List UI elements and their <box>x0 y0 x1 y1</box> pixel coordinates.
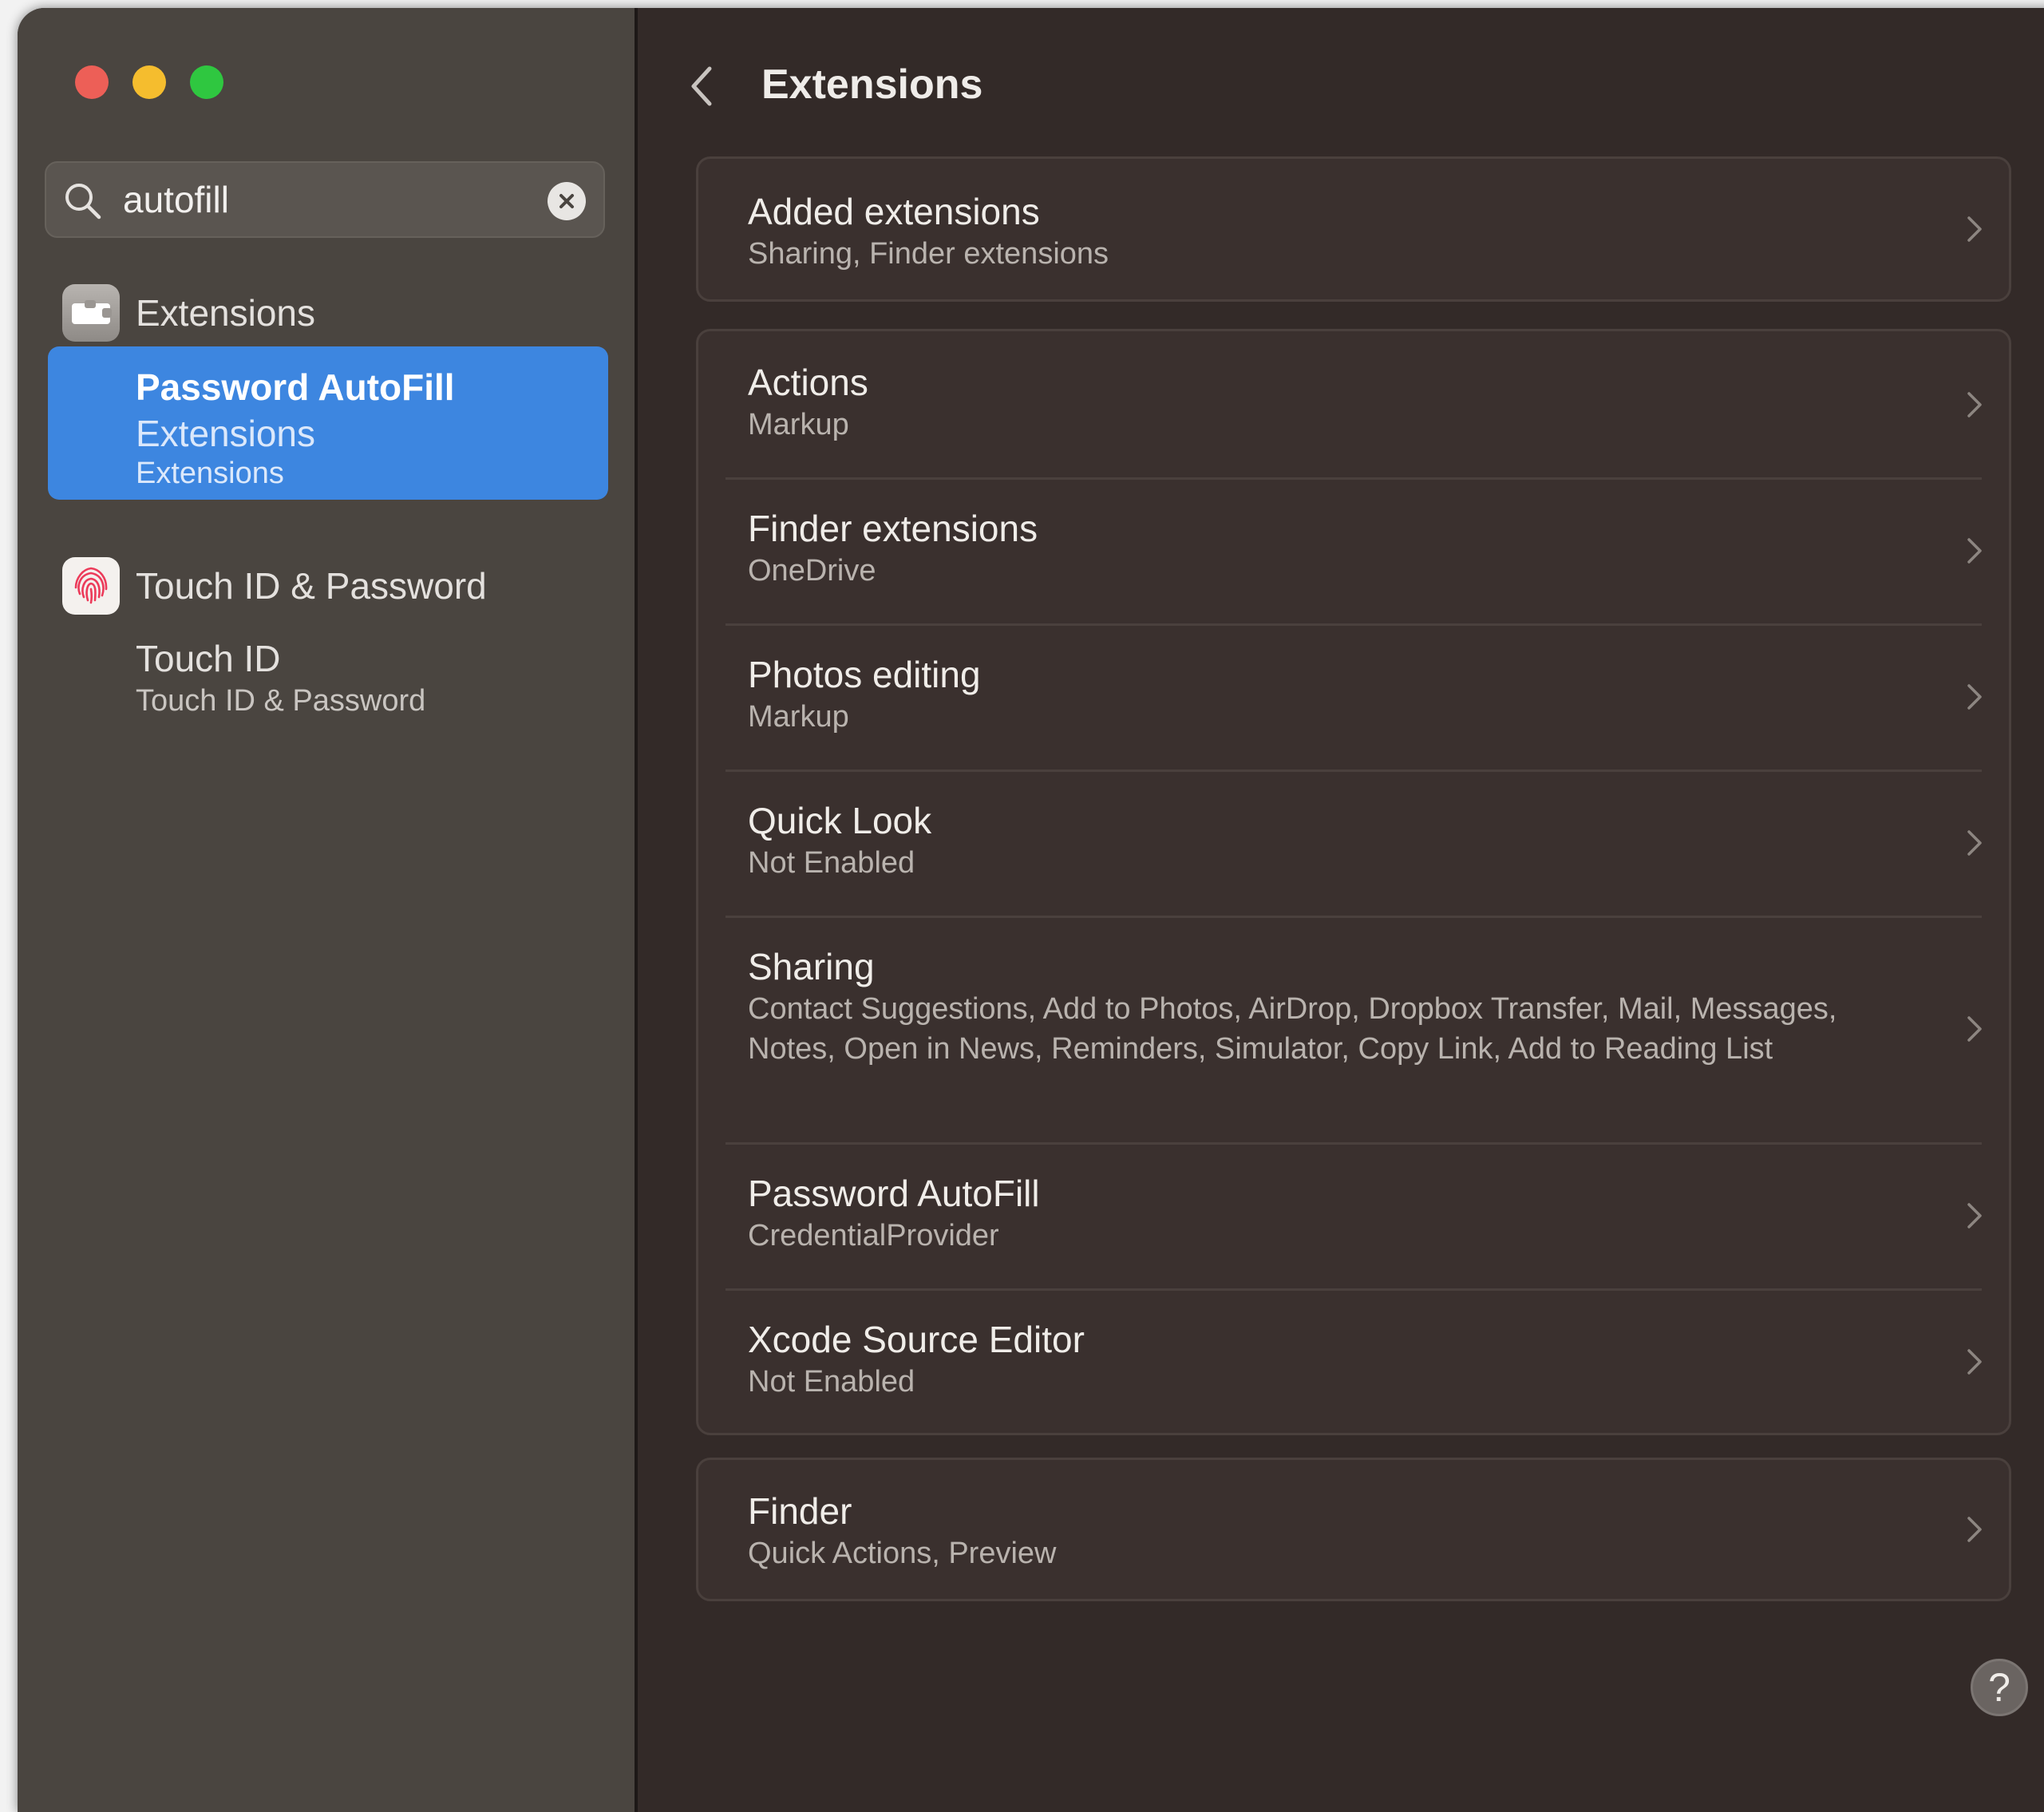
row-subtitle: Contact Suggestions, Add to Photos, AirD… <box>748 992 1837 1066</box>
sidebar-item-title: Password AutoFill Extensions <box>136 364 583 457</box>
search-icon <box>65 184 101 220</box>
chevron-right-icon <box>1967 391 1982 417</box>
row-finder[interactable]: Finder Quick Actions, Preview <box>698 1460 2009 1599</box>
sidebar-section-extensions[interactable]: Extensions <box>62 284 315 342</box>
row-title: Password AutoFill <box>748 1173 1040 1214</box>
sidebar-item-title-rest: Extensions <box>136 413 316 454</box>
row-xcode-source-editor[interactable]: Xcode Source Editor Not Enabled <box>698 1288 2009 1434</box>
chevron-right-icon <box>1967 1202 1982 1228</box>
page-title: Extensions <box>761 61 983 108</box>
main-pane: Extensions Added extensions Sharing, Fin… <box>638 8 2044 1812</box>
row-title: Xcode Source Editor <box>748 1319 1085 1360</box>
row-subtitle: Quick Actions, Preview <box>748 1537 1057 1570</box>
row-finder-extensions[interactable]: Finder extensions OneDrive <box>698 477 2009 623</box>
row-subtitle: Not Enabled <box>748 846 915 880</box>
sidebar-item-password-autofill-extensions[interactable]: Password AutoFill Extensions Extensions <box>48 346 608 500</box>
back-chevron-icon[interactable] <box>684 62 719 110</box>
chevron-right-icon <box>1967 1517 1982 1542</box>
row-actions[interactable]: Actions Markup <box>698 331 2009 477</box>
row-subtitle: Markup <box>748 700 849 734</box>
chevron-right-icon <box>1967 683 1982 710</box>
row-title: Quick Look <box>748 800 932 841</box>
chevron-right-icon <box>1967 829 1982 856</box>
clear-icon <box>559 194 574 208</box>
row-photos-editing[interactable]: Photos editing Markup <box>698 623 2009 770</box>
row-title: Finder extensions <box>748 508 1038 549</box>
row-subtitle: Not Enabled <box>748 1365 915 1399</box>
row-title: Finder <box>748 1490 852 1532</box>
minimize-window-button[interactable] <box>132 65 166 99</box>
row-added-extensions[interactable]: Added extensions Sharing, Finder extensi… <box>698 159 2009 299</box>
settings-group: Added extensions Sharing, Finder extensi… <box>696 156 2011 302</box>
settings-group: Actions Markup Finder extensions OneDriv… <box>696 329 2011 1435</box>
row-sharing[interactable]: Sharing Contact Suggestions, Add to Phot… <box>698 916 2009 1142</box>
system-settings-window: autofill Extensions Password AutoFill Ex… <box>18 8 2044 1812</box>
row-title: Sharing <box>748 946 875 987</box>
row-subtitle: CredentialProvider <box>748 1219 999 1252</box>
sidebar-item-touch-id[interactable]: Touch ID Touch ID & Password <box>136 635 425 720</box>
sidebar-section-touch-id[interactable]: Touch ID & Password <box>62 557 487 615</box>
sidebar-item-title: Touch ID <box>136 638 281 679</box>
close-window-button[interactable] <box>75 65 109 99</box>
search-input[interactable]: autofill <box>123 176 229 224</box>
sidebar-item-title-match: Password AutoFill <box>136 366 455 408</box>
row-title: Actions <box>748 362 868 403</box>
chevron-right-icon <box>1967 1348 1982 1375</box>
row-subtitle: Sharing, Finder extensions <box>748 237 1109 271</box>
row-title: Added extensions <box>748 191 1040 232</box>
chevron-right-icon <box>1967 1016 1982 1042</box>
chevron-right-icon <box>1967 537 1982 564</box>
row-quick-look[interactable]: Quick Look Not Enabled <box>698 770 2009 916</box>
sidebar-item-subtitle: Extensions <box>136 457 284 490</box>
sidebar-section-label: Touch ID & Password <box>136 565 487 607</box>
row-title: Photos editing <box>748 654 981 695</box>
extensions-icon <box>62 284 120 342</box>
sidebar: autofill Extensions Password AutoFill Ex… <box>18 8 638 1812</box>
fingerprint-icon <box>62 557 120 615</box>
sidebar-section-label: Extensions <box>136 292 316 334</box>
sidebar-item-subtitle: Touch ID & Password <box>136 684 426 718</box>
search-field[interactable]: autofill <box>45 161 605 238</box>
row-subtitle: OneDrive <box>748 554 876 588</box>
help-icon: ? <box>1988 1665 2010 1710</box>
clear-search-button[interactable] <box>548 182 586 220</box>
chevron-right-icon <box>1967 216 1982 242</box>
row-password-autofill[interactable]: Password AutoFill CredentialProvider <box>698 1142 2009 1288</box>
zoom-window-button[interactable] <box>190 65 223 99</box>
settings-group: Finder Quick Actions, Preview <box>696 1458 2011 1601</box>
row-subtitle: Markup <box>748 408 849 441</box>
help-button[interactable]: ? <box>1971 1659 2028 1716</box>
